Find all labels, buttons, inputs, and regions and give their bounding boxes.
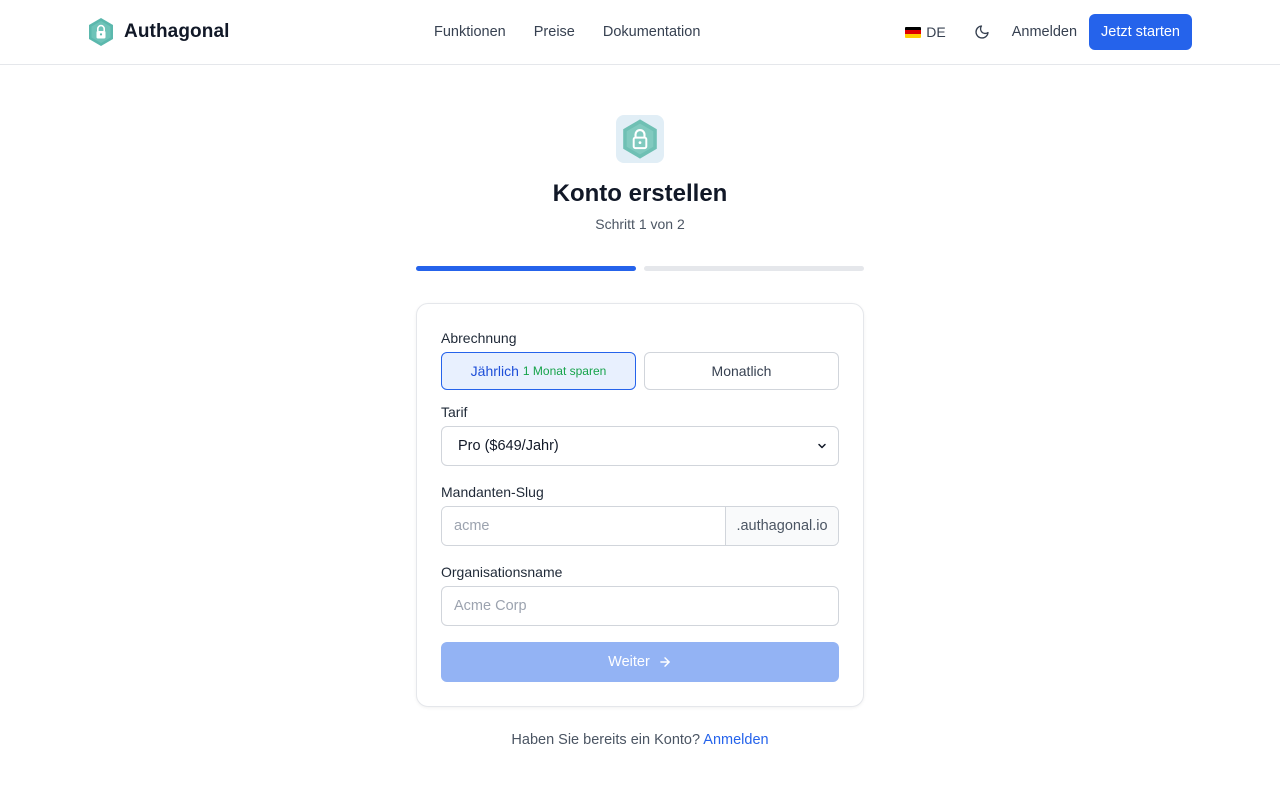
plan-select[interactable]: Pro ($649/Jahr)	[441, 426, 839, 466]
nav-link-docs[interactable]: Dokumentation	[603, 22, 701, 42]
signup-logo-tile	[616, 115, 664, 163]
signin-link[interactable]: Anmelden	[1012, 24, 1077, 40]
signin-question: Haben Sie bereits ein Konto?	[511, 732, 701, 748]
signup-form-card: Abrechnung Jährlich 1 Monat sparen Monat…	[416, 303, 864, 707]
brand[interactable]: Authagonal	[88, 16, 230, 48]
billing-label: Abrechnung	[441, 330, 517, 346]
slug-label: Mandanten-Slug	[441, 484, 544, 500]
language-selector[interactable]: DE	[905, 24, 946, 40]
billing-monthly-label: Monatlich	[711, 363, 772, 379]
language-code: DE	[926, 24, 946, 40]
progress-step-1	[416, 266, 636, 271]
nav-link-features[interactable]: Funktionen	[434, 22, 506, 42]
next-button[interactable]: Weiter	[441, 642, 839, 682]
header-actions: DE Anmelden Jetzt starten	[905, 14, 1192, 50]
plan-selected-value: Pro ($649/Jahr)	[458, 438, 559, 454]
billing-toggle: Jährlich 1 Monat sparen Monatlich	[441, 352, 839, 390]
main-nav: Funktionen Preise Dokumentation	[434, 22, 700, 42]
shield-lock-icon	[623, 119, 657, 159]
nav-link-pricing[interactable]: Preise	[534, 22, 575, 42]
progress-step-2	[644, 266, 864, 271]
savings-badge: 1 Monat sparen	[522, 364, 607, 378]
chevron-down-icon	[818, 443, 826, 449]
billing-yearly-option[interactable]: Jährlich 1 Monat sparen	[441, 352, 636, 390]
next-button-label: Weiter	[608, 654, 650, 670]
signin-prompt: Haben Sie bereits ein Konto? Anmelden	[0, 732, 1280, 748]
org-name-input[interactable]	[441, 586, 839, 626]
slug-input-group: .authagonal.io	[441, 506, 839, 546]
plan-label: Tarif	[441, 404, 468, 420]
footer-signin-link[interactable]: Anmelden	[703, 732, 768, 748]
arrow-right-icon	[660, 657, 670, 667]
get-started-button[interactable]: Jetzt starten	[1089, 14, 1192, 50]
moon-icon	[975, 25, 989, 39]
brand-name: Authagonal	[124, 21, 230, 42]
tenant-slug-input[interactable]	[442, 507, 725, 545]
slug-domain-suffix: .authagonal.io	[725, 507, 838, 545]
theme-toggle-button[interactable]	[972, 22, 992, 42]
page-title: Konto erstellen	[552, 180, 728, 207]
step-progress-bar	[416, 266, 864, 271]
german-flag-icon	[905, 26, 922, 38]
billing-yearly-label: Jährlich	[470, 363, 519, 379]
step-indicator-text: Schritt 1 von 2	[595, 216, 685, 232]
authagonal-logo-icon	[89, 18, 113, 46]
billing-monthly-option[interactable]: Monatlich	[644, 352, 839, 390]
org-name-label: Organisationsname	[441, 564, 563, 580]
top-navigation-bar: Authagonal Funktionen Preise Dokumentati…	[0, 0, 1280, 65]
